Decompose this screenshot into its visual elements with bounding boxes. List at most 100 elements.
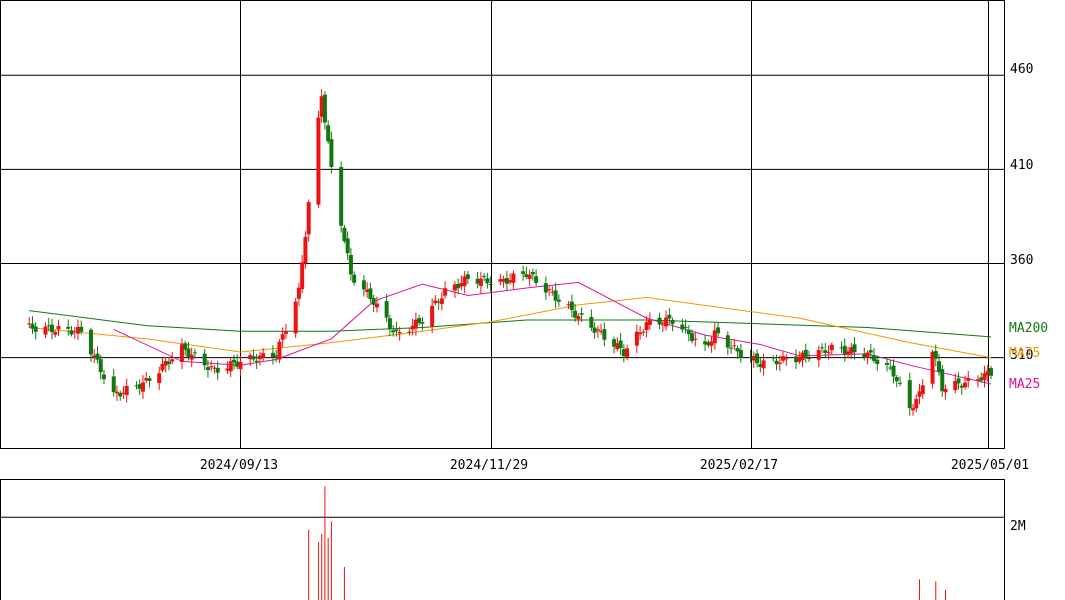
candle-up xyxy=(157,373,162,384)
volume-tick-label: 2M xyxy=(1010,519,1026,534)
candle-down xyxy=(875,359,880,365)
candle-up xyxy=(693,338,698,340)
candle-down xyxy=(820,347,825,349)
candle-up xyxy=(865,352,870,358)
candle-down xyxy=(940,369,945,392)
candle-up xyxy=(56,326,61,330)
price-tick-label: 410 xyxy=(1010,158,1033,173)
candle-up xyxy=(407,331,412,333)
candle-down xyxy=(852,344,857,353)
candle-down xyxy=(348,254,353,275)
candle-down xyxy=(33,326,38,332)
candle-down xyxy=(387,318,392,329)
chart-background xyxy=(0,0,1065,600)
candle-down xyxy=(254,360,259,362)
candle-down xyxy=(989,368,994,376)
candle-down xyxy=(79,326,84,332)
candle-up xyxy=(283,331,288,334)
candle-down xyxy=(368,288,373,300)
candle-up xyxy=(576,316,581,320)
candle-down xyxy=(485,278,490,284)
candle-up xyxy=(761,360,766,369)
candle-up xyxy=(280,334,285,340)
candle-up xyxy=(664,317,669,327)
candle-down xyxy=(807,358,812,360)
candle-down xyxy=(251,356,256,360)
candle-down xyxy=(738,349,743,358)
candle-down xyxy=(521,271,526,274)
candle-up xyxy=(277,341,282,360)
candle-down xyxy=(488,284,493,286)
candle-up xyxy=(826,351,831,353)
candle-down xyxy=(868,350,873,353)
candle-down xyxy=(205,367,210,371)
candle-down xyxy=(729,347,734,349)
candle-down xyxy=(933,351,938,359)
candle-down xyxy=(956,378,961,384)
candle-up xyxy=(397,332,402,334)
candle-down xyxy=(556,299,561,302)
candle-down xyxy=(894,377,899,382)
candle-down xyxy=(417,318,422,323)
candle-down xyxy=(352,274,357,283)
candle-down xyxy=(394,329,399,332)
candle-up xyxy=(920,385,925,395)
candle-down xyxy=(683,326,688,328)
candle-up xyxy=(443,288,448,296)
candle-up xyxy=(209,366,214,368)
candle-down xyxy=(553,290,558,301)
candle-up xyxy=(261,353,266,358)
candle-up xyxy=(124,385,129,396)
candle-down xyxy=(88,329,93,355)
candle-up xyxy=(777,362,782,364)
candle-up xyxy=(914,398,919,409)
candle-down xyxy=(657,317,662,325)
candle-up xyxy=(300,262,305,289)
candle-down xyxy=(667,314,672,319)
date-tick-label: 2024/09/13 xyxy=(200,458,278,473)
price-tick-label: 460 xyxy=(1010,62,1033,77)
candle-down xyxy=(885,362,890,365)
candle-up xyxy=(478,278,483,286)
candle-down xyxy=(898,382,903,384)
candle-up xyxy=(966,378,971,381)
candle-down xyxy=(384,301,389,318)
candle-down xyxy=(771,357,776,359)
candle-up xyxy=(303,236,308,264)
candle-down xyxy=(534,276,539,283)
candle-up xyxy=(527,274,532,279)
candle-up xyxy=(829,344,834,351)
candle-up xyxy=(547,289,552,291)
candle-up xyxy=(293,301,298,334)
stock-chart: 460 410 360 310 MA200 MA75 MA25 2024/09/… xyxy=(0,0,1065,600)
candle-up xyxy=(625,348,630,358)
candle-down xyxy=(725,335,730,348)
candle-down xyxy=(420,322,425,324)
candle-down xyxy=(803,349,808,357)
date-tick-label: 2025/05/01 xyxy=(951,458,1029,473)
candle-down xyxy=(202,353,207,366)
candle-down xyxy=(66,326,71,329)
date-tick-label: 2024/11/29 xyxy=(450,458,528,473)
candle-down xyxy=(543,283,548,293)
candle-up xyxy=(306,202,311,235)
candle-up xyxy=(296,287,301,299)
candle-up xyxy=(430,305,435,327)
candle-up xyxy=(943,388,948,393)
candle-up xyxy=(439,298,444,304)
candle-up xyxy=(784,358,789,360)
candle-up xyxy=(228,361,233,372)
candle-up xyxy=(641,331,646,333)
candle-down xyxy=(755,353,760,364)
candle-down xyxy=(101,374,106,380)
candle-down xyxy=(690,333,695,342)
ma200-label: MA200 xyxy=(1009,321,1048,336)
candle-down xyxy=(111,376,116,393)
candle-down xyxy=(98,359,103,373)
candle-up xyxy=(511,273,516,283)
candle-up xyxy=(647,319,652,325)
candle-down xyxy=(329,139,334,167)
candle-down xyxy=(482,275,487,277)
candle-down xyxy=(589,316,594,328)
candle-down xyxy=(670,320,675,324)
